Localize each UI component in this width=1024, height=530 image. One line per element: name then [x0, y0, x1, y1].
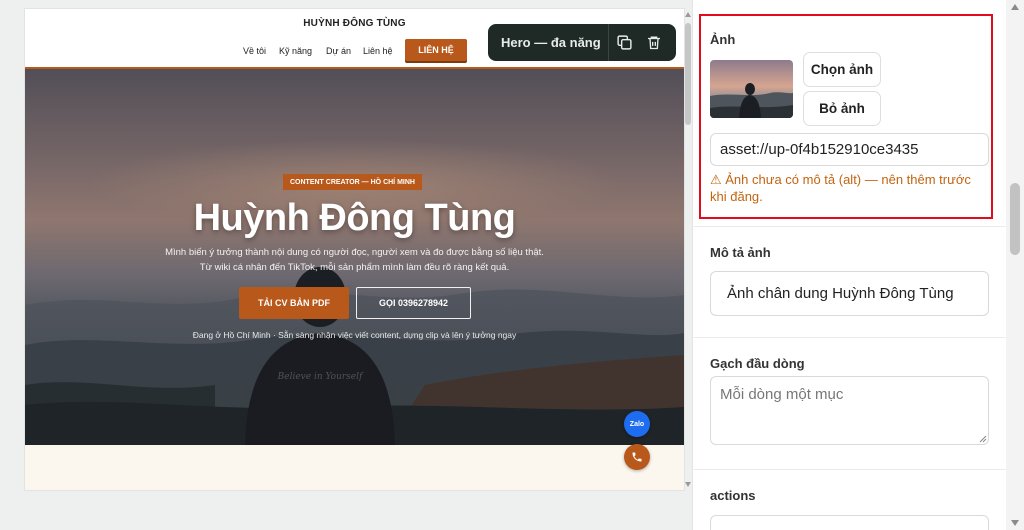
resize-handle-icon[interactable] — [979, 435, 987, 443]
hero-subtitle-line-2: Từ wiki cá nhân đến TikTok, mỗi sản phẩm… — [199, 262, 510, 273]
nav-link-skills[interactable]: Kỹ năng — [279, 46, 312, 56]
nav-link-about[interactable]: Về tôi — [243, 46, 266, 56]
bullets-textarea[interactable]: Mỗi dòng một mục — [710, 376, 989, 445]
hero-badge: CONTENT CREATOR — HỒ CHÍ MINH — [283, 174, 422, 190]
alt-missing-warning: ⚠ Ảnh chưa có mô tả (alt) — nên thêm trư… — [710, 172, 971, 204]
hero-section[interactable]: Believe in Yourself CONTENT CREATOR — HỒ… — [25, 69, 684, 445]
actions-field-label: actions — [710, 488, 756, 503]
bullets-field-label: Gạch đầu dòng — [710, 356, 805, 371]
block-type-label: Hero — đa năng — [501, 35, 601, 50]
phone-call-button[interactable] — [624, 444, 650, 470]
preview-scrollbar[interactable] — [684, 9, 692, 490]
nav-link-contact[interactable]: Liên hệ — [363, 46, 393, 56]
block-toolbar: Hero — đa năng — [488, 24, 676, 61]
alt-text-input[interactable]: Ảnh chân dung Huỳnh Đông Tùng — [710, 271, 989, 316]
duplicate-button[interactable] — [609, 24, 639, 61]
image-asset-input[interactable]: asset://up-0f4b152910ce3435 — [710, 133, 989, 166]
section-divider — [693, 337, 1006, 338]
image-field-label: Ảnh — [710, 32, 736, 47]
nav-contact-button[interactable]: LIÊN HỆ — [405, 39, 467, 61]
alt-field-label: Mô tả ảnh — [710, 245, 771, 260]
properties-panel: Ảnh Chọn ảnh Bỏ ảnh asset://up-0f4b15291… — [692, 0, 1006, 530]
site-preview: HUỲNH ĐÔNG TÙNG Về tôi Kỹ năng Dự án Liê… — [25, 9, 684, 490]
zalo-chat-button[interactable]: Zalo — [624, 411, 650, 437]
actions-input[interactable] — [710, 515, 989, 530]
download-cv-button[interactable]: TẢI CV BẢN PDF — [239, 287, 349, 319]
copy-icon — [616, 35, 632, 50]
call-button[interactable]: GỌI 0396278942 — [356, 287, 471, 319]
nav-link-projects[interactable]: Dự án — [326, 46, 351, 56]
hero-subtitle-line-1: Mình biến ý tưởng thành nội dung có ngườ… — [165, 247, 544, 258]
image-thumbnail[interactable] — [710, 60, 793, 118]
hero-availability-note: Đang ở Hồ Chí Minh · Sẵn sàng nhận việc … — [192, 330, 517, 340]
choose-image-button[interactable]: Chọn ảnh — [803, 52, 881, 87]
hero-title: Huỳnh Đông Tùng — [193, 197, 516, 239]
remove-image-button[interactable]: Bỏ ảnh — [803, 91, 881, 126]
phone-icon — [632, 452, 642, 462]
section-divider — [693, 469, 1006, 470]
trash-icon — [648, 36, 660, 50]
delete-button[interactable] — [639, 24, 669, 61]
section-divider — [693, 226, 1006, 227]
panel-scrollbar[interactable] — [1006, 0, 1024, 530]
